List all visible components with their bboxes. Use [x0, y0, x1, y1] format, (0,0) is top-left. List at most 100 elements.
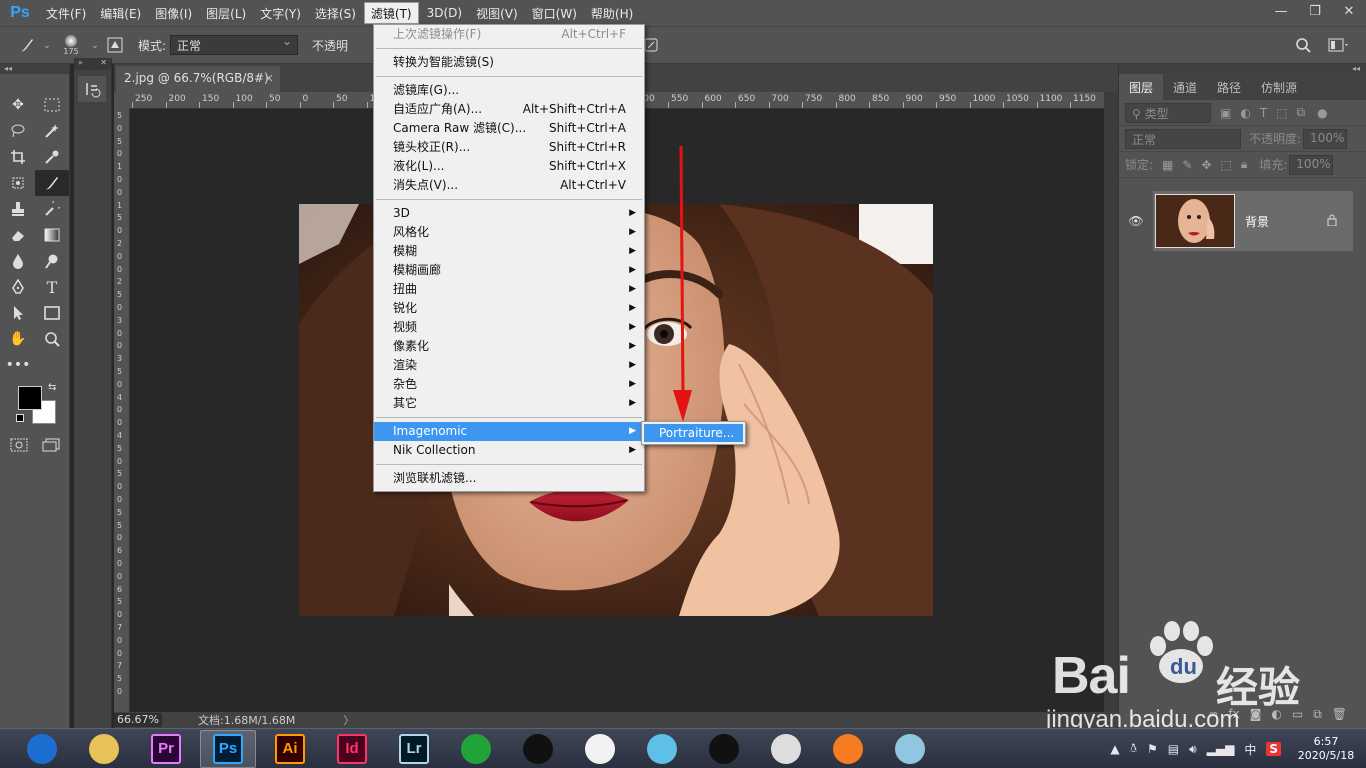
panel-tab-2[interactable]: 路径 [1207, 74, 1251, 100]
menu-6[interactable]: 滤镜(T) [363, 2, 419, 24]
menu-3[interactable]: 图层(L) [200, 2, 252, 24]
panel-tab-1[interactable]: 通道 [1163, 74, 1207, 100]
rectangle-tool-icon[interactable] [35, 300, 69, 326]
menu-2[interactable]: 图像(I) [149, 2, 198, 24]
type-filter-icon[interactable]: T [1260, 106, 1267, 120]
clone-stamp-tool-icon[interactable] [1, 196, 35, 222]
brush-panel-icon[interactable] [102, 33, 128, 57]
taskbar-app-illustrator[interactable]: Ai [262, 730, 318, 768]
menu-8[interactable]: 视图(V) [470, 2, 524, 24]
lock-pixels-icon[interactable]: ✎ [1182, 158, 1192, 172]
history-brush-tool-icon[interactable] [35, 196, 69, 222]
opacity-field[interactable]: 100% [1303, 128, 1348, 149]
document-tab[interactable]: 2.jpg @ 66.7%(RGB/8#) × [116, 66, 280, 92]
signal-tray-icon[interactable]: ▂▄▆ [1207, 742, 1235, 756]
filter-menu-item[interactable]: 视频 ▶ [374, 318, 644, 337]
pen-tool-icon[interactable] [1, 274, 35, 300]
hand-tool-icon[interactable]: ✋ [1, 326, 35, 352]
shape-filter-icon[interactable]: ⬚ [1276, 106, 1287, 120]
lasso-tool-icon[interactable] [1, 118, 35, 144]
lock-position-icon[interactable]: ✥ [1201, 158, 1211, 172]
brush-chevron-icon[interactable]: ⌄ [88, 33, 102, 57]
restore-button[interactable]: ❐ [1298, 0, 1332, 22]
filter-menu-item[interactable]: 消失点(V)... Alt+Ctrl+V [374, 176, 644, 195]
zoom-tool-icon[interactable] [35, 326, 69, 352]
filter-toggle-icon[interactable]: ● [1317, 106, 1327, 120]
filter-menu-item[interactable]: 自适应广角(A)... Alt+Shift+Ctrl+A [374, 100, 644, 119]
filter-menu-item[interactable]: 其它 ▶ [374, 394, 644, 413]
swap-colors-icon[interactable]: ⇆ [48, 382, 56, 393]
menu-0[interactable]: 文件(F) [40, 2, 92, 24]
ruler-origin[interactable] [114, 92, 130, 109]
close-panels-icon[interactable]: ✕ [100, 58, 107, 70]
move-tool-icon[interactable]: ✥ [1, 92, 35, 118]
taskbar-app-app-blue[interactable] [882, 730, 938, 768]
crop-tool-icon[interactable] [1, 144, 35, 170]
filter-menu-item[interactable]: 液化(L)... Shift+Ctrl+X [374, 157, 644, 176]
taskbar-app-indesign[interactable]: Id [324, 730, 380, 768]
menu-5[interactable]: 选择(S) [309, 2, 362, 24]
menu-1[interactable]: 编辑(E) [94, 2, 147, 24]
eyedropper-tool-icon[interactable] [35, 144, 69, 170]
foreground-color-swatch[interactable] [18, 386, 42, 410]
filter-menu-item[interactable]: 风格化 ▶ [374, 223, 644, 242]
brush-tool-icon[interactable] [35, 170, 69, 196]
status-menu-arrow-icon[interactable]: 〉 [343, 712, 354, 728]
filter-menu-item[interactable]: Imagenomic ▶ [374, 422, 644, 441]
quick-select-tool-icon[interactable] [35, 118, 69, 144]
filter-menu-item[interactable]: 转换为智能滤镜(S) [374, 53, 644, 72]
filter-menu-item[interactable]: 镜头校正(R)... Shift+Ctrl+R [374, 138, 644, 157]
menu-9[interactable]: 窗口(W) [526, 2, 583, 24]
layer-filter-select[interactable]: ⚲ 类型 [1125, 102, 1211, 123]
quick-mask-icon[interactable] [10, 438, 28, 455]
marquee-tool-icon[interactable] [35, 92, 69, 118]
vertical-ruler[interactable]: 5 0 5 0 1 0 0 1 5 0 2 0 0 2 5 0 3 0 0 3 5 0 4 0 0 4 5 0 5 0 0 5 5 0 6 0 0 6 5 0… [114, 109, 130, 712]
layer-row[interactable]: 👁︎ 背景 [1119, 190, 1366, 252]
history-panel-icon[interactable] [78, 76, 106, 102]
color-swatches[interactable]: ⇆ [16, 382, 60, 428]
filter-menu-item[interactable]: 像素化 ▶ [374, 337, 644, 356]
filter-menu-item[interactable]: 滤镜库(G)... [374, 81, 644, 100]
filter-menu-item[interactable]: Camera Raw 滤镜(C)... Shift+Ctrl+A [374, 119, 644, 138]
blur-tool-icon[interactable] [1, 248, 35, 274]
filter-menu-item[interactable]: 模糊 ▶ [374, 242, 644, 261]
minimize-button[interactable]: — [1264, 0, 1298, 22]
filter-menu-item[interactable]: Nik Collection ▶ [374, 441, 644, 460]
more-tools-icon[interactable]: ••• [1, 352, 35, 378]
lock-all-icon[interactable]: 🔒︎ [1241, 157, 1247, 172]
path-select-tool-icon[interactable] [1, 300, 35, 326]
mode-select[interactable]: 正常 [170, 34, 299, 55]
menu-7[interactable]: 3D(D) [421, 2, 468, 24]
portraiture-menu-item[interactable]: Portraiture... [644, 424, 743, 442]
show-hidden-icons-icon[interactable]: ▲ [1110, 742, 1119, 756]
visibility-eye-icon[interactable]: 👁︎ [1119, 214, 1153, 228]
taskbar-app-browser[interactable] [14, 730, 70, 768]
smart-object-filter-icon[interactable]: ⧉ [1297, 105, 1306, 120]
document-tab-close-icon[interactable]: × [264, 71, 274, 85]
panel-tab-3[interactable]: 仿制源 [1251, 74, 1307, 100]
taskbar-app-app-colorful[interactable] [572, 730, 628, 768]
panel-collapse-icon[interactable]: ◂◂ [1119, 64, 1366, 74]
menu-10[interactable]: 帮助(H) [585, 2, 639, 24]
sogou-ime-icon[interactable]: S [1266, 742, 1281, 756]
taskbar-app-premiere[interactable]: Pr [138, 730, 194, 768]
panel-tab-0[interactable]: 图层 [1119, 74, 1164, 100]
filter-menu-item[interactable]: 扭曲 ▶ [374, 280, 644, 299]
tool-preset-chevron-icon[interactable]: ⌄ [40, 33, 54, 57]
default-colors-icon[interactable] [16, 414, 24, 422]
taskbar-app-chrome[interactable] [758, 730, 814, 768]
taskbar-app-app-bird[interactable] [634, 730, 690, 768]
clock[interactable]: 6:57 2020/5/18 [1286, 735, 1366, 763]
zoom-level-field[interactable]: 66.67% [114, 713, 162, 727]
filter-menu-item[interactable]: 渲染 ▶ [374, 356, 644, 375]
brush-preset-picker[interactable]: 175 [54, 33, 88, 57]
taskbar-app-explorer[interactable] [76, 730, 132, 768]
filter-menu-item[interactable]: 锐化 ▶ [374, 299, 644, 318]
screen-mode-icon[interactable] [42, 438, 60, 455]
layer-name[interactable]: 背景 [1245, 213, 1327, 230]
expand-panels-icon[interactable]: » [78, 58, 83, 70]
ime-indicator[interactable]: 中 [1244, 741, 1256, 758]
network-tray-icon[interactable]: ▤ [1168, 742, 1179, 756]
filter-menu-item[interactable]: 浏览联机滤镜... [374, 469, 644, 488]
taskbar-app-video[interactable] [510, 730, 566, 768]
